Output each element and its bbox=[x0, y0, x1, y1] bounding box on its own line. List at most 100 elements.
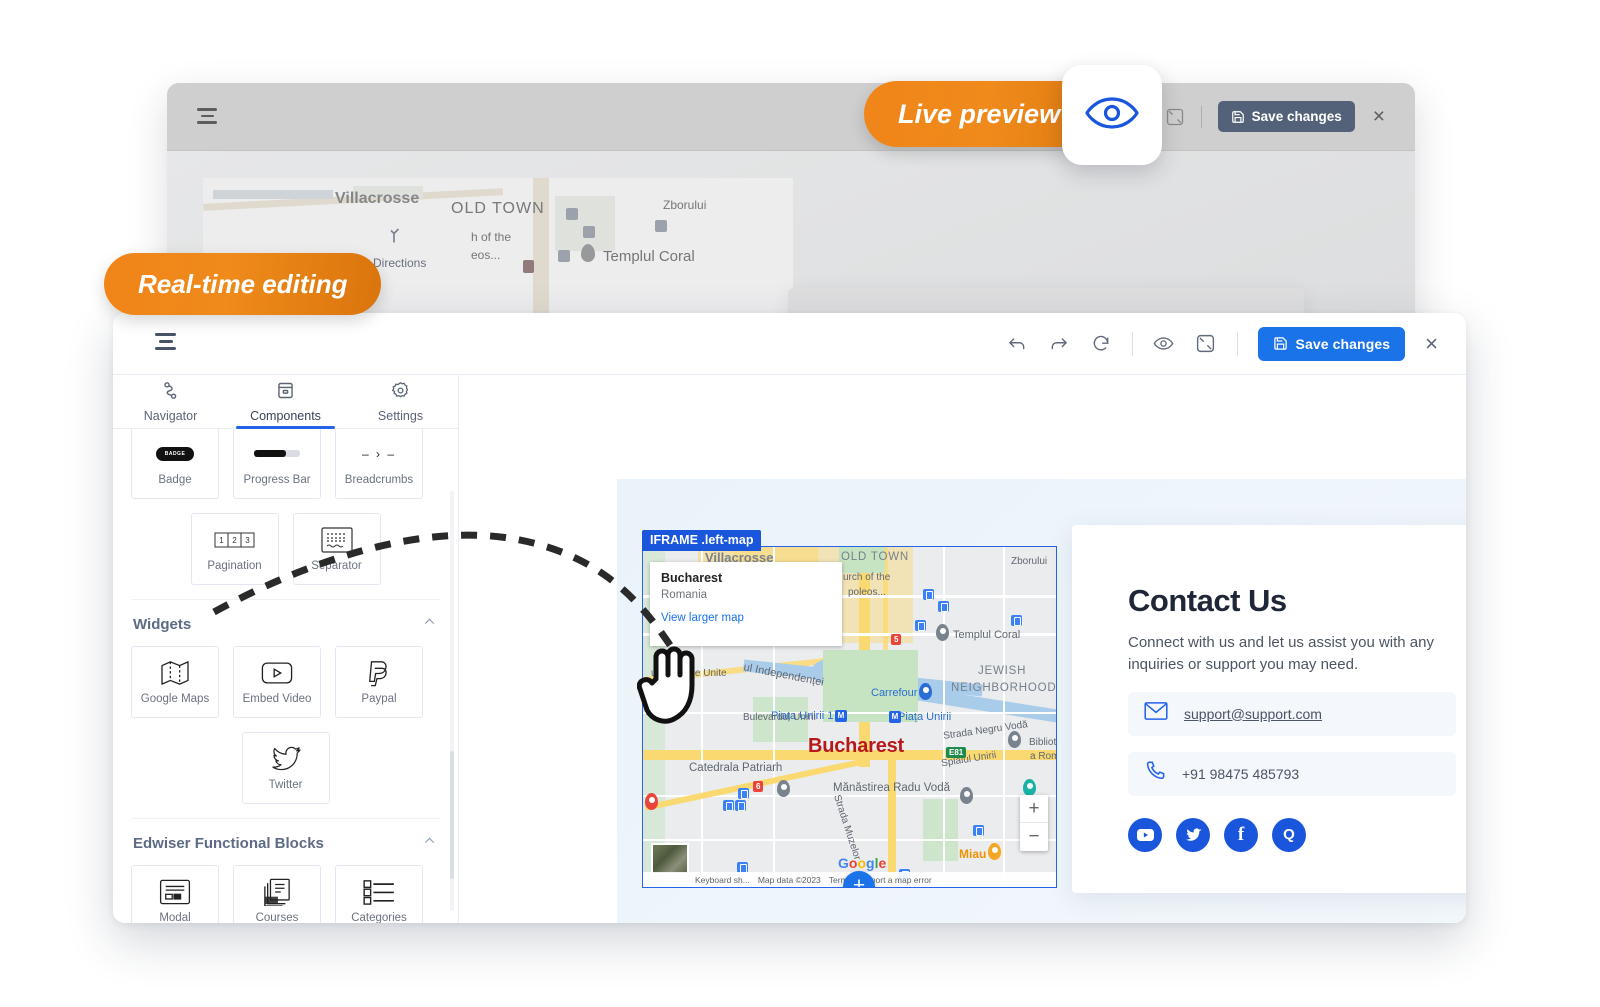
phone-icon bbox=[1144, 760, 1166, 787]
tile-separator[interactable]: Separator bbox=[292, 513, 381, 585]
tile-label: Google Maps bbox=[140, 692, 210, 705]
tile-paypal[interactable]: Paypal bbox=[335, 646, 423, 718]
redo-icon[interactable] bbox=[1048, 333, 1070, 355]
tile-modal[interactable]: Modal bbox=[131, 865, 219, 923]
metro-marker[interactable]: M bbox=[889, 711, 901, 723]
google-logo: Google bbox=[838, 855, 887, 871]
route-shield: E81 bbox=[946, 747, 967, 758]
map-pin[interactable] bbox=[1008, 731, 1021, 748]
chevron-up-icon[interactable] bbox=[421, 613, 438, 635]
responsive-icon[interactable] bbox=[1165, 107, 1185, 127]
toolbar-divider bbox=[1200, 105, 1202, 128]
save-changes-button[interactable]: Save changes bbox=[1257, 326, 1406, 361]
eye-icon[interactable] bbox=[1153, 333, 1175, 355]
preview-page: IFRAME .left-map Bucharest Romania View … bbox=[617, 479, 1466, 923]
tile-label: Categories bbox=[351, 911, 407, 923]
tile-categories[interactable]: Categories bbox=[335, 865, 423, 923]
zoom-in-button[interactable]: + bbox=[1020, 795, 1048, 823]
view-larger-map-link[interactable]: View larger map bbox=[661, 612, 831, 624]
pagination-icon: 1 2 3 bbox=[214, 526, 256, 554]
tile-label: Modal bbox=[159, 911, 191, 923]
responsive-icon[interactable] bbox=[1195, 333, 1217, 355]
close-icon[interactable]: × bbox=[1425, 332, 1438, 355]
map-pin[interactable] bbox=[919, 683, 932, 700]
hamburger-icon[interactable] bbox=[197, 108, 219, 128]
undo-icon[interactable] bbox=[1006, 333, 1028, 355]
components-panel[interactable]: BADGE Badge Progress Bar – › – Breadcrum… bbox=[113, 429, 458, 923]
quora-icon[interactable]: Q bbox=[1272, 817, 1306, 852]
tile-embed-video[interactable]: Embed Video bbox=[233, 646, 321, 718]
map-info-card[interactable]: Bucharest Romania View larger map bbox=[650, 562, 842, 646]
categories-icon bbox=[362, 878, 396, 906]
tile-courses[interactable]: Courses bbox=[233, 865, 321, 923]
refresh-icon[interactable] bbox=[1090, 333, 1112, 355]
map-label: poleos... bbox=[848, 587, 886, 598]
map-pin[interactable] bbox=[936, 624, 949, 641]
twitter-icon[interactable] bbox=[1176, 817, 1210, 852]
map-marker[interactable] bbox=[938, 601, 949, 612]
map-marker[interactable] bbox=[973, 825, 984, 836]
tile-label: Twitter bbox=[268, 778, 303, 791]
tile-label: Separator bbox=[311, 559, 362, 572]
map-marker[interactable] bbox=[735, 800, 746, 811]
drag-cursor-icon bbox=[636, 645, 711, 736]
metro-marker[interactable]: M bbox=[835, 710, 847, 722]
tile-progress-bar[interactable]: Progress Bar bbox=[233, 429, 321, 499]
map-pin[interactable] bbox=[645, 793, 658, 810]
map-pin[interactable] bbox=[777, 780, 790, 797]
chevron-up-icon[interactable] bbox=[421, 832, 438, 854]
map-label: urch of the bbox=[843, 572, 891, 583]
live-preview-eye-chip bbox=[1062, 65, 1162, 165]
map-pin[interactable] bbox=[960, 787, 973, 804]
svg-text:2: 2 bbox=[232, 536, 237, 545]
tab-components[interactable]: Components bbox=[228, 375, 343, 429]
map-pin[interactable] bbox=[988, 843, 1001, 860]
background-toolbar: Save changes × bbox=[167, 83, 1415, 151]
zoom-out-button[interactable]: − bbox=[1020, 823, 1048, 851]
tile-pagination[interactable]: 1 2 3 Pagination bbox=[190, 513, 279, 585]
twitter-bird-icon bbox=[271, 745, 301, 773]
tab-settings[interactable]: Settings bbox=[343, 375, 458, 428]
svg-text:1: 1 bbox=[219, 536, 224, 545]
tab-navigator[interactable]: Navigator bbox=[113, 375, 228, 428]
contact-phone-value: +91 98475 485793 bbox=[1182, 765, 1300, 782]
tile-badge[interactable]: BADGE Badge bbox=[131, 429, 219, 499]
hamburger-icon[interactable] bbox=[155, 333, 177, 354]
tile-google-maps[interactable]: Google Maps bbox=[131, 646, 219, 718]
map-data-text: Map data ©2023 bbox=[757, 874, 821, 885]
map-card-title: Bucharest bbox=[661, 571, 723, 585]
map-pin[interactable] bbox=[1023, 779, 1036, 796]
map-marker[interactable] bbox=[915, 620, 926, 631]
map-marker[interactable] bbox=[723, 800, 734, 811]
sidebar-tabs: Navigator Components Settings bbox=[113, 375, 458, 429]
tile-label: Embed Video bbox=[242, 692, 312, 705]
progress-bar-icon bbox=[254, 440, 300, 468]
tile-label: Paypal bbox=[361, 692, 397, 705]
components-sidebar: Navigator Components Settings BADGE Badg… bbox=[113, 375, 459, 923]
map-marker[interactable] bbox=[738, 788, 749, 799]
eye-icon bbox=[1084, 93, 1140, 138]
separator-icon bbox=[320, 526, 354, 554]
satellite-thumbnail[interactable] bbox=[651, 843, 689, 875]
sidebar-scrollbar-thumb[interactable] bbox=[450, 751, 454, 879]
preview-canvas: IFRAME .left-map Bucharest Romania View … bbox=[459, 375, 1466, 923]
contact-email-link[interactable]: support@support.com bbox=[1184, 706, 1322, 722]
tile-breadcrumbs[interactable]: – › – Breadcrumbs bbox=[335, 429, 423, 499]
map-marker[interactable] bbox=[923, 589, 934, 600]
youtube-icon[interactable] bbox=[1128, 817, 1162, 852]
contact-email-row[interactable]: support@support.com bbox=[1128, 691, 1456, 736]
save-changes-button-background[interactable]: Save changes bbox=[1217, 101, 1355, 132]
section-header-edwiser-functional-blocks[interactable]: Edwiser Functional Blocks bbox=[131, 818, 440, 865]
map-marker[interactable] bbox=[1011, 615, 1022, 626]
contact-phone-row[interactable]: +91 98475 485793 bbox=[1128, 751, 1456, 796]
callout-label: Real-time editing bbox=[138, 268, 348, 299]
modal-icon bbox=[159, 878, 191, 906]
section-header-widgets[interactable]: Widgets bbox=[131, 599, 440, 646]
map-label: NEIGHBORHOOD bbox=[951, 682, 1057, 694]
facebook-icon[interactable]: f bbox=[1224, 817, 1258, 852]
tile-label: Progress Bar bbox=[243, 473, 311, 486]
courses-icon bbox=[262, 878, 292, 906]
close-icon-background[interactable]: × bbox=[1371, 106, 1387, 127]
tile-twitter[interactable]: Twitter bbox=[241, 732, 330, 804]
keyboard-shortcuts-link[interactable]: Keyboard sh... bbox=[695, 875, 750, 885]
